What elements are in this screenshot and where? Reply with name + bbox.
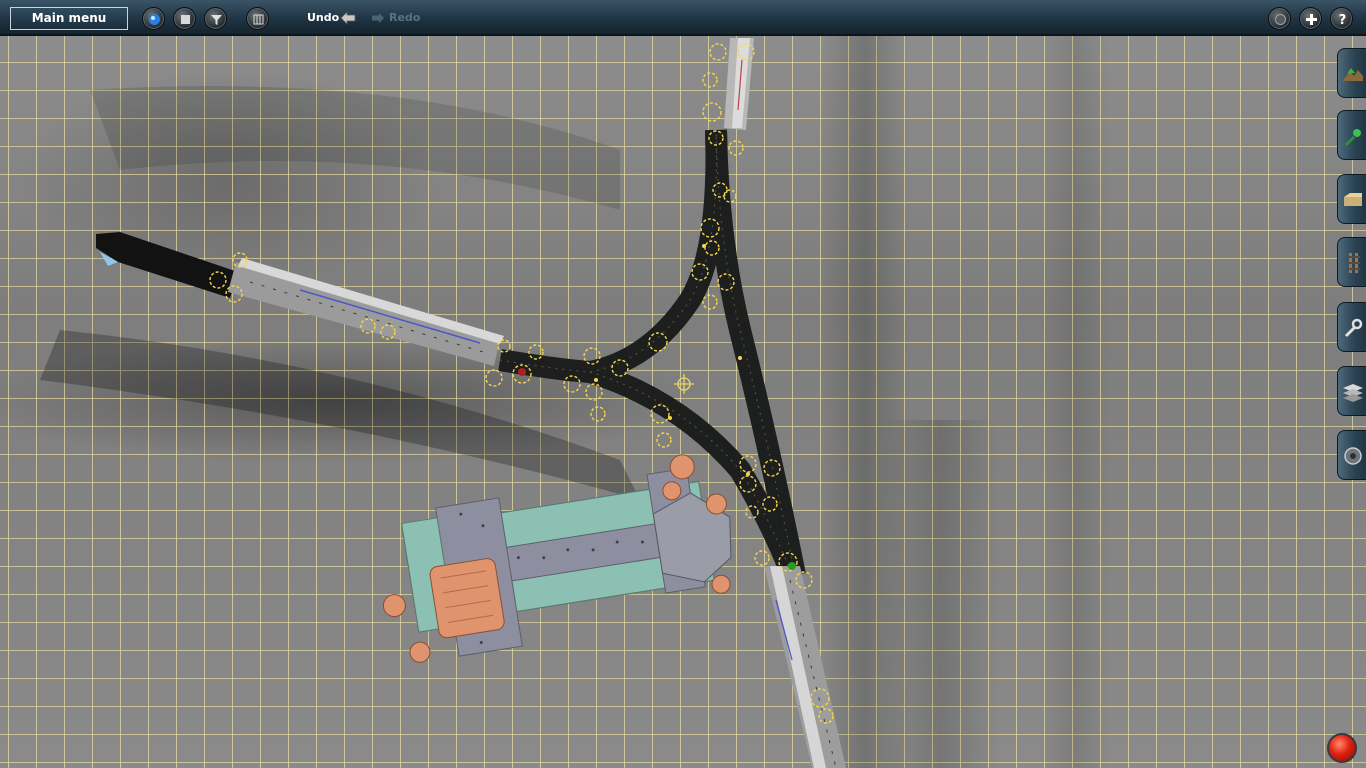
svg-text:?: ? — [1339, 13, 1347, 28]
paint-icon — [1345, 129, 1361, 146]
crosshair-icon — [674, 374, 694, 394]
main-menu-button[interactable]: Main menu — [10, 7, 128, 30]
bottom-platform[interactable] — [764, 566, 846, 768]
tools-icon — [1344, 318, 1363, 338]
layers-icon — [1343, 384, 1363, 402]
filter-icon — [211, 15, 222, 25]
side-tab-settings[interactable] — [1337, 430, 1366, 480]
signal-light[interactable] — [788, 562, 796, 570]
add-icon — [1306, 14, 1317, 25]
spline-points[interactable] — [209, 43, 834, 724]
camera-icon — [1275, 14, 1286, 25]
grid-icon — [253, 14, 264, 25]
square-stop-icon — [181, 15, 190, 24]
redo-button: Redo — [389, 11, 421, 24]
undo-arrow-icon[interactable] — [340, 11, 356, 25]
world-viewport[interactable] — [0, 0, 1366, 768]
track-ramp — [96, 232, 238, 298]
side-tab-objects[interactable] — [1337, 174, 1366, 224]
top-toolbar: Main menu Undo Redo ? — [0, 0, 1366, 36]
side-tab-layers[interactable] — [1337, 366, 1366, 416]
filter-button[interactable] — [204, 7, 227, 30]
terrain-icon — [1343, 68, 1363, 81]
track-icon — [1347, 253, 1360, 273]
side-tab-track[interactable] — [1337, 237, 1366, 287]
station-building[interactable] — [367, 449, 744, 667]
top-platform[interactable] — [724, 38, 754, 130]
side-tab-terrain[interactable] — [1337, 48, 1366, 98]
sphere-icon — [149, 14, 160, 25]
side-tab-tools[interactable] — [1337, 302, 1366, 352]
record-button[interactable] — [1327, 733, 1357, 763]
signal-light[interactable] — [518, 368, 526, 376]
settings-icon — [1344, 447, 1362, 465]
redo-arrow-icon — [372, 13, 384, 23]
camera-button[interactable] — [1268, 7, 1291, 30]
left-platform[interactable] — [228, 258, 504, 366]
help-button[interactable]: ? — [1330, 7, 1353, 30]
stop-button[interactable] — [173, 7, 196, 30]
undo-button[interactable]: Undo — [307, 11, 339, 24]
add-button[interactable] — [1299, 7, 1322, 30]
side-tab-paint[interactable] — [1337, 110, 1366, 160]
object-icon — [1344, 193, 1362, 206]
track-layout[interactable] — [0, 0, 1366, 768]
grid-toggle-button[interactable] — [246, 7, 269, 30]
sphere-button[interactable] — [142, 7, 165, 30]
help-icon: ? — [1339, 13, 1347, 28]
